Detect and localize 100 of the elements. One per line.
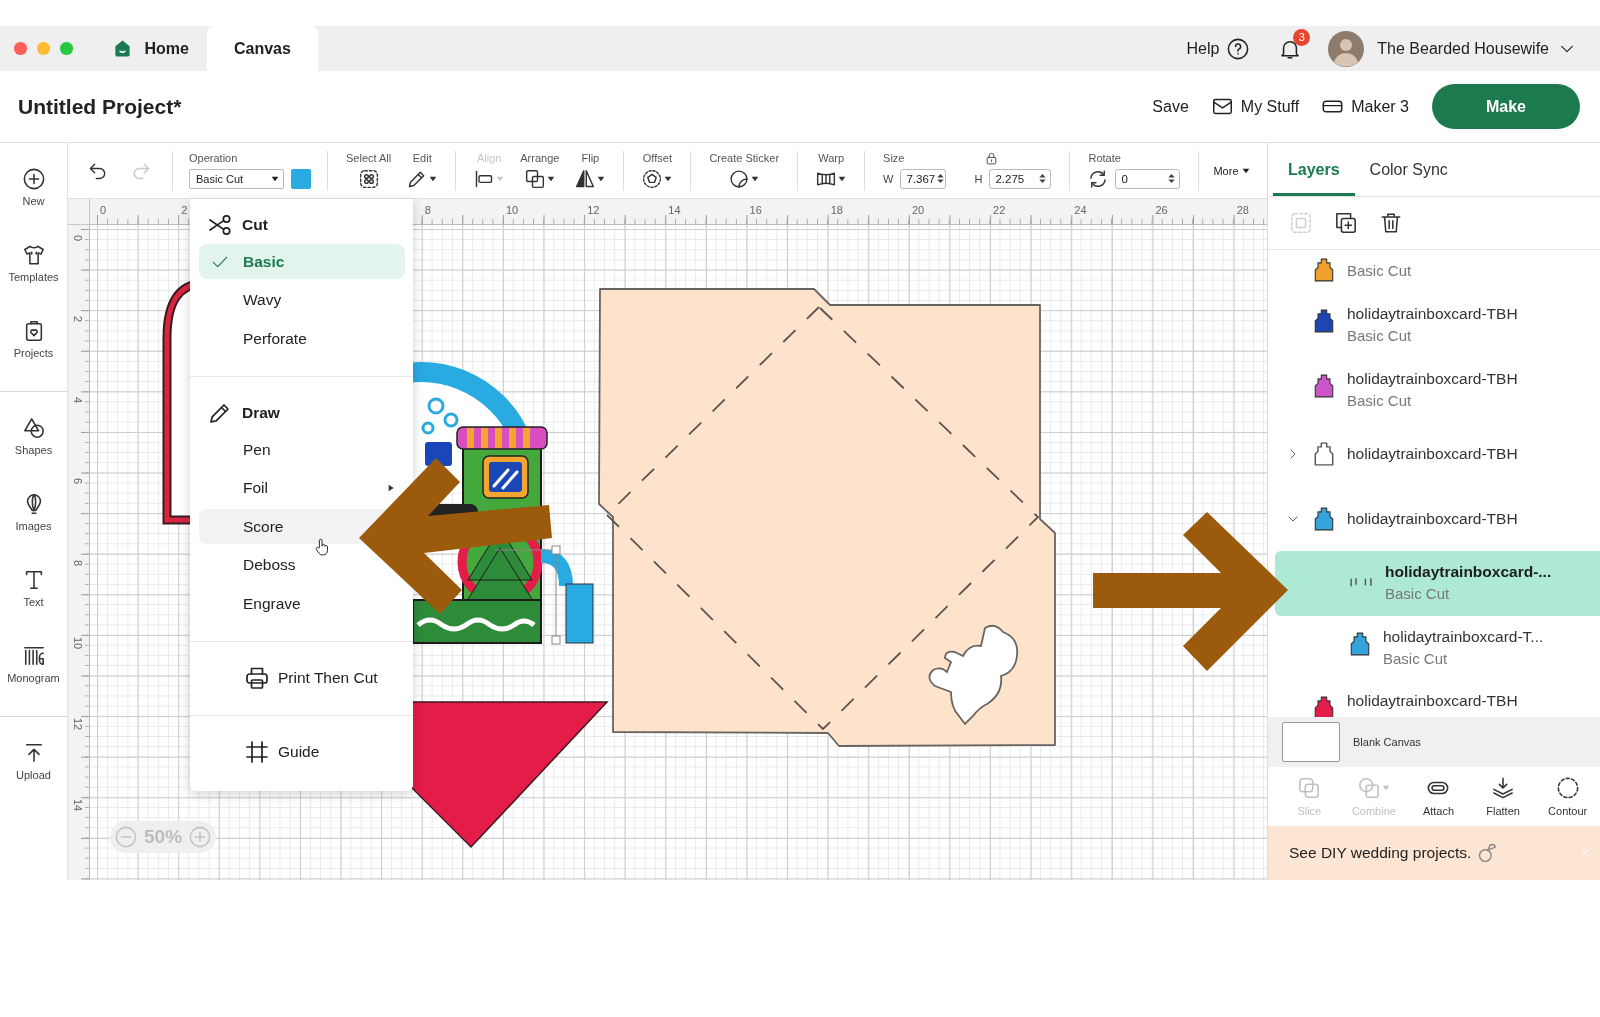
layer-row[interactable]: holidaytrainboxcard-TBH: [1275, 486, 1600, 551]
envelope-icon: [1211, 96, 1233, 117]
tool-label: Select All: [346, 151, 392, 165]
blank-canvas-label: Blank Canvas: [1353, 736, 1421, 748]
promo-text[interactable]: See DIY wedding projects.: [1289, 844, 1472, 862]
spinner-icon[interactable]: [1166, 171, 1178, 186]
menu-item[interactable]: Wavy: [199, 282, 405, 318]
ruler-label: 12: [72, 718, 84, 731]
tool-label: Arrange: [520, 151, 560, 165]
tool-label: Create Sticker: [709, 151, 780, 165]
lock-icon[interactable]: [984, 151, 998, 165]
ruler-label: 14: [72, 799, 84, 812]
tool-label: Rotate: [1088, 151, 1121, 165]
close-window-icon[interactable]: [14, 42, 27, 55]
menu-item[interactable]: Perforate: [199, 321, 405, 357]
caret-icon: [1241, 166, 1250, 175]
projects-button[interactable]: Projects: [0, 301, 67, 377]
tab[interactable]: Canvas: [206, 26, 318, 71]
select-all-button[interactable]: [358, 167, 379, 190]
tab[interactable]: Color Sync: [1354, 143, 1463, 196]
ruler-label: 24: [1074, 204, 1087, 216]
offset-icon: [642, 168, 663, 189]
ruler-label: 18: [830, 204, 843, 216]
envelope-shape[interactable]: [598, 288, 1056, 747]
save-button[interactable]: Save: [1152, 97, 1189, 116]
copy-plus-icon[interactable]: [1335, 212, 1357, 234]
tab[interactable]: Home: [102, 26, 207, 71]
avatar[interactable]: [1328, 30, 1365, 67]
thumbnail-icon: [1314, 442, 1334, 467]
color-swatch[interactable]: [291, 168, 311, 189]
height-field[interactable]: 2.275: [989, 168, 1052, 189]
ruler-label: 14: [668, 204, 681, 216]
monogram-icon: [22, 644, 45, 667]
flatten-button[interactable]: Flatten: [1470, 776, 1536, 817]
images-button[interactable]: Images: [0, 474, 67, 550]
ruler-label: 2: [72, 316, 84, 323]
menu-item[interactable]: Pen: [199, 432, 405, 468]
templates-button[interactable]: Templates: [0, 225, 67, 301]
monogram-button[interactable]: Monogram: [0, 626, 67, 702]
make-button[interactable]: Make: [1432, 84, 1580, 129]
menu-item[interactable]: Engrave: [199, 586, 405, 622]
layer-row[interactable]: holidaytrainboxcard-TBH: [1275, 422, 1600, 487]
tool-label: Operation: [189, 151, 238, 165]
menu-item[interactable]: Print Then Cut: [199, 659, 405, 698]
layer-row[interactable]: holidaytrainboxcard-... Basic Cut: [1275, 551, 1600, 616]
rotate-field[interactable]: 0: [1115, 168, 1181, 189]
layer-row[interactable]: holidaytrainboxcard-TBH Basic Cut: [1275, 357, 1600, 422]
ruler-label: 10: [72, 636, 84, 650]
overlap-squares-icon: [1298, 776, 1321, 799]
operation-select[interactable]: Basic Cut: [189, 168, 284, 189]
ruler-label: 12: [587, 204, 600, 216]
upload-button[interactable]: Upload: [0, 723, 67, 799]
tool-label: Flip: [581, 151, 600, 165]
arrange-icon: [524, 168, 545, 189]
house-icon: [112, 39, 132, 58]
scissors-icon: [208, 213, 232, 238]
shapes-button[interactable]: Shapes: [0, 398, 67, 474]
layer-row[interactable]: holidaytrainboxcard-TBH Basic Cut: [1275, 293, 1600, 358]
machine-button[interactable]: Maker 3: [1322, 96, 1409, 117]
help-button[interactable]: Help: [1186, 37, 1250, 60]
tab[interactable]: Layers: [1273, 143, 1355, 196]
spinner-icon[interactable]: [1037, 171, 1049, 186]
more-button[interactable]: More: [1213, 164, 1250, 177]
attach-button[interactable]: Attach: [1406, 776, 1471, 817]
text-button[interactable]: Text: [0, 550, 67, 626]
account-menu-button[interactable]: The Bearded Housewife: [1377, 39, 1575, 58]
canvas-swatch[interactable]: [1282, 722, 1340, 762]
plus-circle-icon: [22, 167, 45, 190]
caret-icon: [271, 174, 279, 183]
new-button[interactable]: New: [0, 149, 67, 225]
layer-row[interactable]: Basic Cut: [1275, 250, 1600, 293]
flip-button[interactable]: [575, 167, 606, 190]
menu-item[interactable]: Basic: [199, 244, 405, 280]
flip-icon: [575, 168, 596, 189]
field-label: W: [883, 172, 894, 185]
trash-icon[interactable]: [1380, 212, 1402, 234]
tool-label: Edit: [412, 151, 432, 165]
sticker-button[interactable]: [729, 167, 760, 190]
layer-row[interactable]: holidaytrainboxcard-T... Basic Cut: [1275, 615, 1600, 680]
align-icon: [474, 168, 495, 189]
printer-icon: [245, 666, 269, 691]
ruler-label: 16: [749, 204, 762, 216]
offset-button[interactable]: [642, 167, 673, 190]
width-field[interactable]: 7.367: [900, 168, 947, 189]
ring-icon: [1477, 843, 1498, 863]
my-stuff-button[interactable]: My Stuff: [1211, 96, 1300, 117]
menu-item[interactable]: Guide: [199, 732, 405, 771]
contour-button[interactable]: Contour: [1535, 776, 1600, 817]
dashed-circle-icon: [1556, 776, 1579, 799]
layer-row[interactable]: holidaytrainboxcard-TBH: [1275, 680, 1600, 717]
spinner-icon[interactable]: [935, 171, 947, 186]
ruler-label: 0: [72, 234, 84, 241]
ruler-label: 2: [181, 204, 188, 216]
rotate-icon[interactable]: [1088, 168, 1109, 189]
tool-label: Warp: [818, 151, 845, 165]
arrange-button[interactable]: [524, 167, 555, 190]
ruler-label: 4: [72, 397, 84, 404]
layers-icon: [1492, 776, 1515, 799]
hand-cursor-icon: [313, 536, 331, 558]
menu-item[interactable]: Foil: [199, 470, 405, 506]
